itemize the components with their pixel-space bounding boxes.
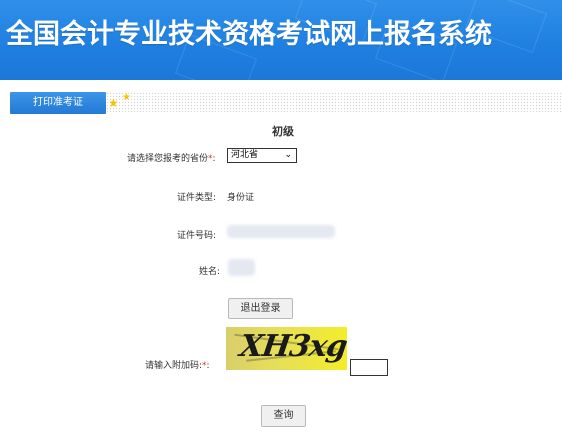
province-select-value: 河北省 bbox=[231, 150, 259, 160]
id-type-label: 证件类型: bbox=[177, 193, 217, 203]
page: 全国会计专业技术资格考试网上报名系统 打印准考证 ★ ★ 初级 请选择您报考的省… bbox=[0, 0, 562, 436]
province-label: 请选择您报考的省份*: bbox=[127, 151, 216, 164]
id-number-label: 证件号码: bbox=[177, 231, 217, 241]
chevron-down-icon: ⌄ bbox=[284, 150, 292, 160]
captcha-input[interactable] bbox=[350, 359, 388, 376]
captcha-code-text: XH3xg bbox=[237, 329, 347, 364]
logout-button[interactable]: 退出登录 bbox=[228, 298, 293, 319]
province-select[interactable]: 河北省 ⌄ bbox=[227, 148, 297, 163]
id-type-value: 身份证 bbox=[227, 193, 255, 203]
star-icon: ★ bbox=[122, 92, 131, 103]
captcha-image[interactable]: XH3xg bbox=[226, 327, 347, 370]
query-button[interactable]: 查询 bbox=[261, 405, 306, 427]
province-label-colon: : bbox=[212, 154, 216, 164]
star-icon: ★ bbox=[108, 96, 119, 110]
id-number-value-redacted bbox=[227, 225, 335, 238]
captcha-label-colon: : bbox=[206, 361, 210, 371]
system-title: 全国会计专业技术资格考试网上报名系统 bbox=[6, 19, 492, 50]
level-title: 初级 bbox=[272, 125, 294, 138]
name-value-redacted bbox=[228, 259, 255, 276]
province-label-text: 请选择您报考的省份 bbox=[127, 154, 209, 164]
captcha-label-text: 请输入附加码: bbox=[145, 361, 203, 371]
header-banner: 全国会计专业技术资格考试网上报名系统 bbox=[0, 0, 562, 80]
name-label: 姓名: bbox=[199, 267, 221, 277]
captcha-label: 请输入附加码:*: bbox=[145, 358, 210, 371]
tab-print-admission-ticket[interactable]: 打印准考证 bbox=[10, 92, 106, 114]
